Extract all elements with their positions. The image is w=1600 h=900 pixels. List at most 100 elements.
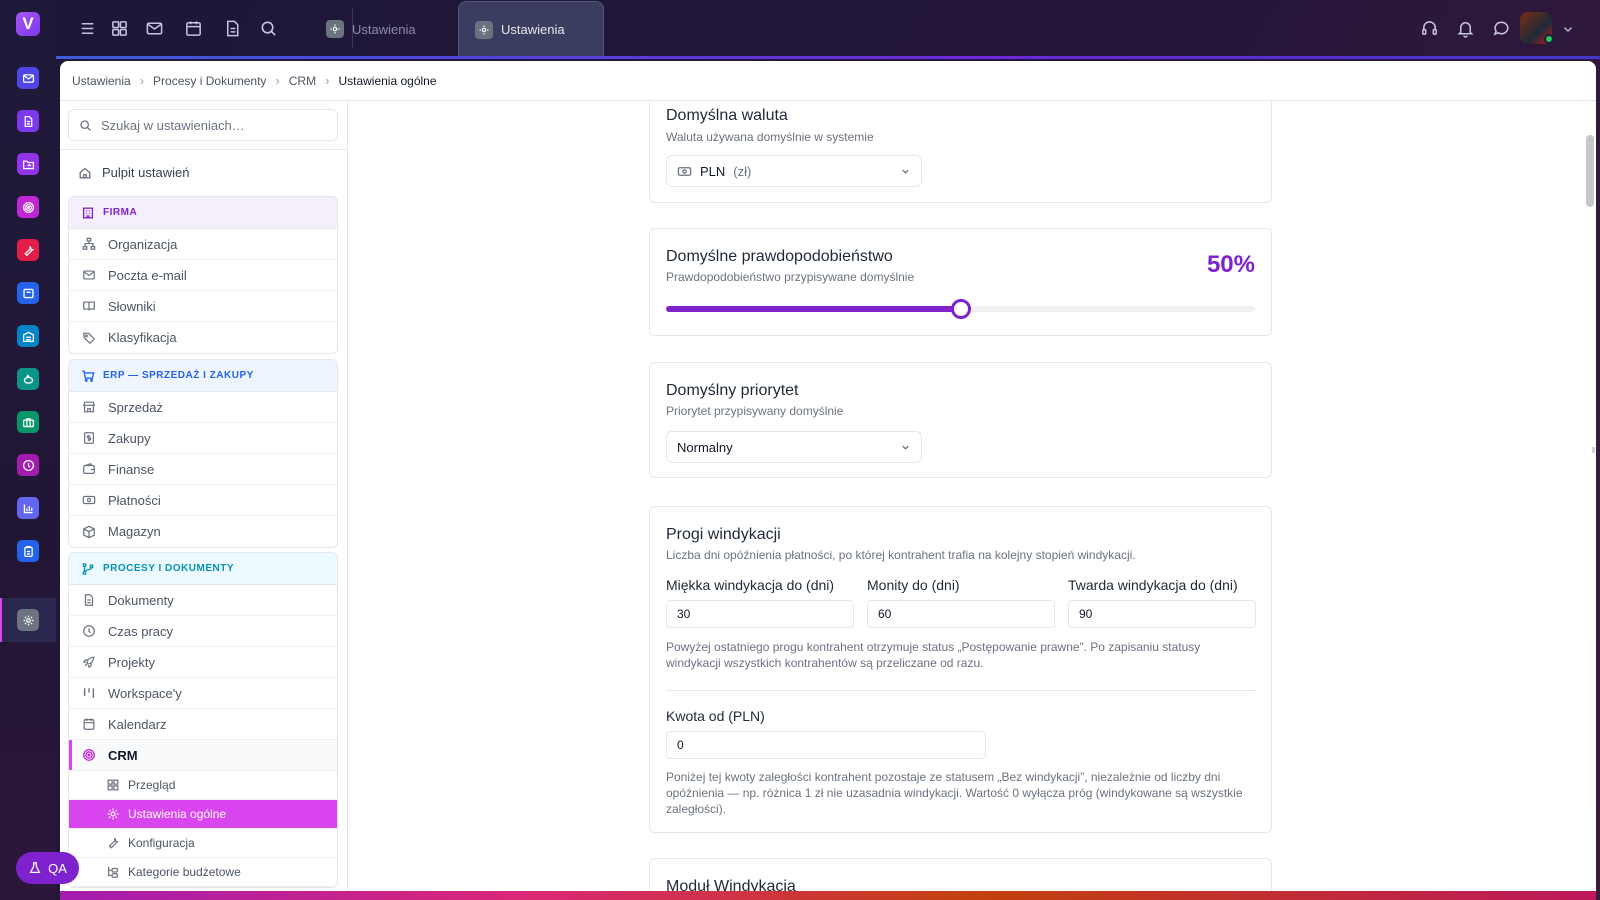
sidebar-item-poczta[interactable]: Poczta e-mail	[69, 260, 337, 291]
priority-select[interactable]: Normalny	[666, 431, 922, 463]
mail-icon[interactable]	[17, 67, 39, 89]
document-icon[interactable]	[17, 110, 39, 132]
slider-thumb[interactable]	[950, 299, 971, 319]
sidebar-item-slowniki[interactable]: Słowniki	[69, 291, 337, 322]
soft-threshold-input[interactable]: 30	[666, 600, 854, 628]
card-description: Priorytet przypisywany domyślnie	[666, 404, 844, 418]
mail-icon[interactable]	[144, 18, 164, 38]
wrench-icon	[108, 837, 119, 849]
currency-select[interactable]: PLN (zł)	[666, 155, 922, 187]
breadcrumb-item[interactable]: CRM	[289, 74, 316, 88]
sidebar-item-dashboard[interactable]: Pulpit ustawień	[78, 165, 189, 180]
probability-slider[interactable]	[666, 299, 1255, 319]
sidebar-item-sprzedaz[interactable]: Sprzedaż	[69, 392, 337, 423]
menu-icon[interactable]	[77, 18, 97, 38]
qa-button[interactable]: QA	[16, 852, 79, 884]
briefcase-icon[interactable]	[17, 411, 39, 433]
document-icon[interactable]	[222, 18, 242, 38]
sidebar-item-projekty[interactable]: Projekty	[69, 647, 337, 678]
card-title: Moduł Windykacja	[666, 878, 796, 891]
clock-icon	[83, 625, 95, 637]
chat-icon[interactable]	[1491, 18, 1511, 38]
sidebar-item-organizacja[interactable]: Organizacja	[69, 229, 337, 260]
sidebar-subitem-przeglad[interactable]: Przegląd	[69, 771, 337, 800]
tab-label: Ustawienia	[501, 22, 565, 37]
flask-icon	[29, 862, 41, 874]
chart-icon[interactable]	[17, 497, 39, 519]
probability-value: 50%	[1206, 251, 1255, 278]
search-input[interactable]: Szukaj w ustawieniach…	[68, 109, 338, 141]
sidebar-item-kalendarz[interactable]: Kalendarz	[69, 709, 337, 740]
amount-input[interactable]: 0	[666, 731, 986, 759]
group-header: FIRMA	[69, 197, 337, 229]
settings-icon	[107, 808, 119, 820]
org-chart-icon	[82, 237, 96, 250]
tool-icon[interactable]	[17, 239, 39, 261]
hard-threshold-input[interactable]: 90	[1068, 600, 1256, 628]
clipboard-icon[interactable]	[17, 540, 39, 562]
card-title: Domyślny priorytet	[666, 382, 799, 399]
settings-icon	[475, 20, 493, 39]
top-bar: Ustawienia Ustawienia	[56, 0, 1600, 58]
search-icon[interactable]	[258, 18, 278, 38]
priority-value: Normalny	[677, 439, 733, 455]
collection-thresholds-card: Progi windykacji Liczba dni opóźnienia p…	[649, 506, 1272, 833]
settings-sidebar: Szukaj w ustawieniach… Pulpit ustawień F…	[60, 101, 348, 891]
sidebar-item-magazyn[interactable]: Magazyn	[69, 516, 337, 547]
hard-threshold-label: Twarda windykacja do (dni)	[1068, 577, 1238, 593]
settings-icon[interactable]	[17, 609, 39, 631]
calendar-icon[interactable]	[183, 18, 203, 38]
clock-icon[interactable]	[17, 454, 39, 476]
banknote-icon	[677, 166, 692, 176]
priority-card: Domyślny priorytet Priorytet przypisywan…	[649, 362, 1272, 478]
sidebar-group-firma: FIRMA Organizacja Poczta e-mail Słowniki…	[68, 196, 338, 354]
tab-settings-1[interactable]: Ustawienia	[310, 0, 470, 58]
sidebar-subitem-kategorie-budzetowe[interactable]: Kategorie budżetowe	[69, 858, 337, 887]
rocket-icon	[82, 656, 95, 669]
warehouse-icon[interactable]	[17, 325, 39, 347]
tab-settings-2[interactable]: Ustawienia	[458, 1, 604, 57]
app-rail: V	[0, 0, 56, 900]
divider	[666, 690, 1255, 691]
sidebar-item-crm[interactable]: CRM	[69, 740, 337, 771]
sidebar-subitem-konfiguracja[interactable]: Konfiguracja	[69, 829, 337, 858]
chevron-down-icon[interactable]	[1558, 19, 1578, 39]
search-icon	[80, 119, 91, 131]
sidebar-item-zakupy[interactable]: Zakupy	[69, 423, 337, 454]
scrollbar[interactable]	[1586, 135, 1594, 207]
qa-label: QA	[48, 860, 67, 876]
building-icon	[82, 207, 94, 218]
card-title: Domyślna waluta	[666, 107, 788, 124]
sidebar-item-finanse[interactable]: Finanse	[69, 454, 337, 485]
sidebar-item-dokumenty[interactable]: Dokumenty	[69, 585, 337, 616]
folder-share-icon[interactable]	[17, 153, 39, 175]
currency-value: PLN	[700, 163, 726, 179]
chevron-right-icon: ›	[139, 73, 145, 88]
home-icon	[79, 167, 91, 178]
app-logo[interactable]: V	[16, 12, 40, 36]
sidebar-item-klasyfikacja[interactable]: Klasyfikacja	[69, 322, 337, 353]
layout-grid-icon	[107, 779, 119, 791]
chevron-down-icon	[902, 169, 909, 174]
breadcrumb-item[interactable]: Procesy i Dokumenty	[153, 74, 266, 88]
book-open-icon	[83, 301, 95, 311]
sidebar-item-workspaces[interactable]: Workspace'y	[69, 678, 337, 709]
card-title: Domyślne prawdopodobieństwo	[666, 248, 893, 265]
breadcrumb-item[interactable]: Ustawienia	[72, 74, 131, 88]
sidebar-subitem-ustawienia-ogolne[interactable]: Ustawienia ogólne	[69, 800, 337, 829]
bell-icon[interactable]	[1455, 18, 1475, 38]
apps-grid-icon[interactable]	[109, 18, 129, 38]
rail-active-indicator	[0, 598, 2, 642]
card-description: Liczba dni opóźnienia płatności, po któr…	[666, 548, 1136, 562]
settings-content: Domyślna waluta Waluta używana domyślnie…	[349, 101, 1582, 891]
piggy-bank-icon[interactable]	[17, 368, 39, 390]
headset-icon[interactable]	[1419, 18, 1439, 38]
box-icon[interactable]	[17, 282, 39, 304]
target-icon[interactable]	[17, 196, 39, 218]
reminders-threshold-input[interactable]: 60	[867, 600, 1055, 628]
sidebar-item-platnosci[interactable]: Płatności	[69, 485, 337, 516]
card-description: Waluta używana domyślnie w systemie	[666, 130, 874, 144]
thresholds-note: Powyżej ostatniego progu kontrahent otrz…	[666, 640, 1201, 670]
reminders-threshold-label: Monity do (dni)	[867, 577, 960, 593]
sidebar-item-czas-pracy[interactable]: Czas pracy	[69, 616, 337, 647]
